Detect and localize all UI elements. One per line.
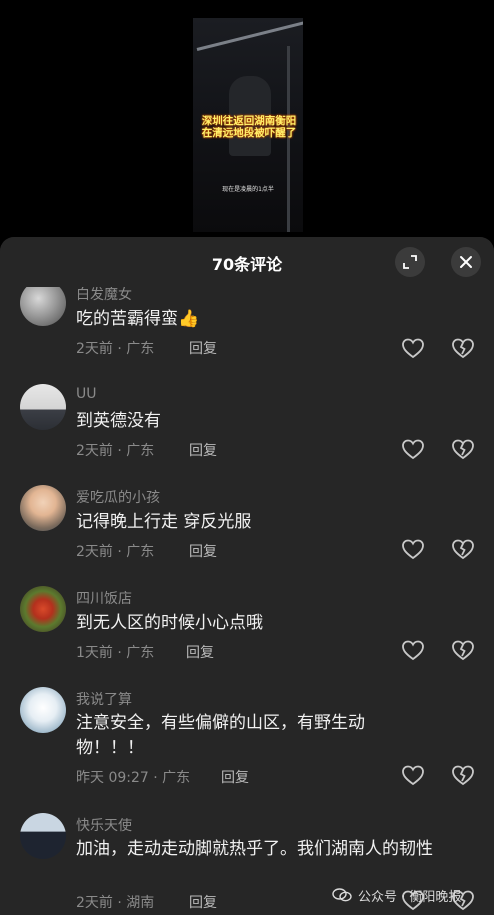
avatar[interactable]: [20, 485, 66, 531]
heart-icon[interactable]: [400, 637, 426, 663]
reply-button[interactable]: 回复: [189, 440, 217, 460]
comment-time: 昨天 09:27 · 广东: [76, 770, 191, 786]
comment-author[interactable]: 四川饭店: [76, 588, 132, 608]
broken-heart-icon[interactable]: [450, 762, 476, 788]
watermark: 公众号 · 衡阳晚报: [332, 884, 461, 906]
video-scene-post: [287, 46, 290, 232]
comment-text: 吃的苦霸得蛮👍: [76, 307, 466, 332]
comment-time: 2天前 · 湖南: [76, 895, 155, 911]
comment-time: 2天前 · 广东: [76, 544, 155, 560]
heart-icon[interactable]: [400, 536, 426, 562]
expand-icon: [403, 255, 417, 269]
reply-button[interactable]: 回复: [189, 892, 217, 912]
comments-header: 70条评论: [0, 237, 494, 287]
broken-heart-icon[interactable]: [450, 436, 476, 462]
heart-icon[interactable]: [400, 762, 426, 788]
reply-button[interactable]: 回复: [221, 767, 249, 787]
expand-button[interactable]: [395, 247, 425, 277]
avatar[interactable]: [20, 586, 66, 632]
close-button[interactable]: [451, 247, 481, 277]
heart-icon[interactable]: [400, 436, 426, 462]
comment-time: 2天前 · 广东: [76, 443, 155, 459]
video-frame: 深圳往返回湖南衡阳 在清远地段被吓醒了 现在是凌晨的1点半: [193, 18, 303, 232]
broken-heart-icon[interactable]: [450, 536, 476, 562]
comment-time: 1天前 · 广东: [76, 645, 155, 661]
watermark-text: 公众号 · 衡阳晚报: [358, 889, 462, 905]
comment-text-body: 吃的苦霸得蛮👍: [76, 309, 200, 329]
comment-list[interactable]: 白发魔女 吃的苦霸得蛮👍 2天前 · 广东 回复 UU 到英德没有 2天前 · …: [0, 237, 494, 915]
broken-heart-icon[interactable]: [450, 335, 476, 361]
comment-author[interactable]: UU: [76, 386, 97, 402]
comment-text: 加油，走动走动脚就热乎了。我们湖南人的韧性: [76, 839, 433, 859]
comment-time: 2天前 · 广东: [76, 341, 155, 357]
reply-button[interactable]: 回复: [186, 642, 214, 662]
reply-button[interactable]: 回复: [189, 541, 217, 561]
avatar[interactable]: [20, 384, 66, 430]
close-icon: [460, 256, 472, 268]
video-caption: 深圳往返回湖南衡阳 在清远地段被吓醒了: [201, 115, 297, 139]
heart-icon[interactable]: [400, 335, 426, 361]
wechat-icon: [332, 888, 352, 902]
comment-text: 记得晚上行走 穿反光服: [76, 512, 252, 532]
video-subtitle: 现在是凌晨的1点半: [222, 186, 274, 193]
comment-text: 到无人区的时候小心点哦: [76, 613, 263, 633]
comment-author[interactable]: 爱吃瓜的小孩: [76, 487, 160, 507]
video-player[interactable]: 深圳往返回湖南衡阳 在清远地段被吓醒了 现在是凌晨的1点半: [0, 0, 494, 240]
reply-button[interactable]: 回复: [189, 338, 217, 358]
comment-author[interactable]: 我说了算: [76, 689, 132, 709]
comment-text: 注意安全，有些偏僻的山区，有野生动物！！！: [76, 713, 365, 758]
broken-heart-icon[interactable]: [450, 637, 476, 663]
comment-text: 到英德没有: [76, 411, 161, 431]
avatar[interactable]: [20, 813, 66, 859]
avatar[interactable]: [20, 687, 66, 733]
comment-author[interactable]: 白发魔女: [76, 284, 132, 304]
comment-author[interactable]: 快乐天使: [76, 815, 132, 835]
comments-sheet: 白发魔女 吃的苦霸得蛮👍 2天前 · 广东 回复 UU 到英德没有 2天前 · …: [0, 237, 494, 915]
